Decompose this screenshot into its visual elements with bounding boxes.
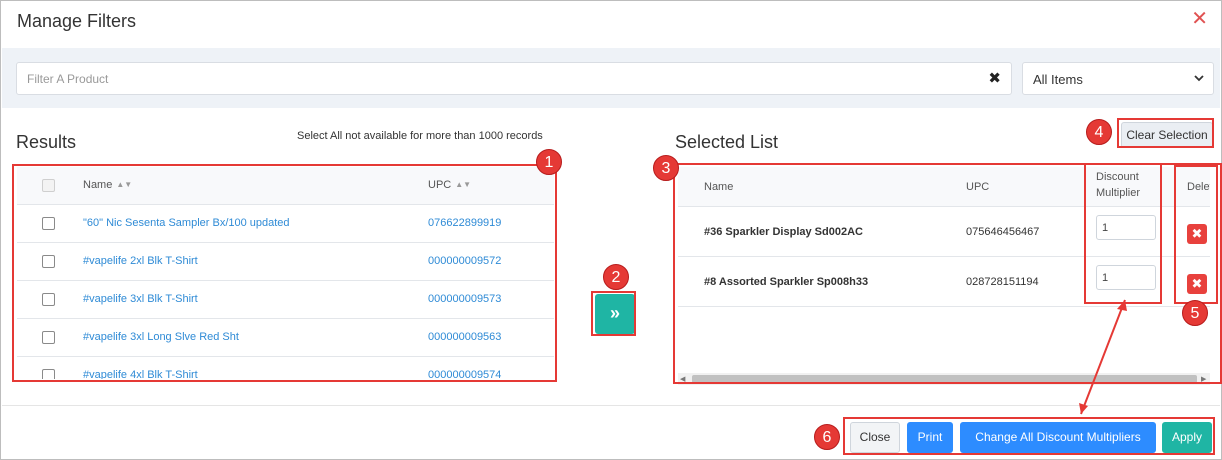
upc-header-label: UPC (428, 179, 452, 191)
move-to-selected-button[interactable]: » (595, 294, 635, 334)
product-name-link[interactable]: "60" Nic Sesenta Sampler Bx/100 updated (83, 217, 290, 229)
annotation-badge-3: 3 (653, 155, 679, 181)
name-header-label: Name (83, 179, 113, 191)
discount-header-line1: Discount (1096, 171, 1139, 183)
manage-filters-modal: Manage Filters ✕ ✖ All Items Results Sel… (0, 0, 1222, 460)
row-checkbox[interactable] (42, 369, 55, 379)
selected-table-header: Name UPC Discount Multiplier Delet (678, 167, 1210, 207)
annotation-badge-2: 2 (603, 264, 629, 290)
change-all-multipliers-button[interactable]: Change All Discount Multipliers (960, 422, 1156, 453)
annotation-badge-5: 5 (1182, 300, 1208, 326)
product-name-link[interactable]: #vapelife 2xl Blk T-Shirt (83, 255, 198, 267)
product-name-link[interactable]: #vapelife 3xl Long Slve Red Sht (83, 331, 239, 343)
table-row: #vapelife 4xl Blk T-Shirt 000000009574 (17, 357, 554, 379)
table-row: #vapelife 3xl Long Slve Red Sht 00000000… (17, 319, 554, 357)
results-table-header: Name ▲▼ UPC ▲▼ (17, 167, 554, 205)
discount-multiplier-input[interactable] (1096, 265, 1156, 290)
select-all-checkbox[interactable] (42, 179, 55, 192)
print-button[interactable]: Print (907, 422, 953, 453)
modal-header: Manage Filters ✕ (2, 2, 1220, 48)
results-title: Results (16, 132, 77, 152)
footer-divider (2, 405, 1220, 406)
product-name-link[interactable]: #vapelife 4xl Blk T-Shirt (83, 369, 198, 379)
filter-field: ✖ (16, 62, 1012, 95)
row-checkbox[interactable] (42, 331, 55, 344)
scroll-left-icon[interactable]: ◀ (680, 375, 685, 383)
product-upc-link[interactable]: 000000009572 (428, 255, 501, 267)
selected-product-name: #8 Assorted Sparkler Sp008h33 (704, 276, 869, 288)
product-upc-link[interactable]: 000000009563 (428, 331, 501, 343)
selected-product-name: #36 Sparkler Display Sd002AC (704, 226, 863, 238)
clear-filter-icon[interactable]: ✖ (988, 69, 1001, 87)
name-column-header[interactable]: Name ▲▼ (83, 179, 132, 191)
select-all-note: Select All not available for more than 1… (297, 130, 543, 142)
chevron-down-icon (1194, 75, 1204, 82)
apply-button[interactable]: Apply (1162, 422, 1212, 453)
product-name-link[interactable]: #vapelife 3xl Blk T-Shirt (83, 293, 198, 305)
close-button[interactable]: Close (850, 422, 900, 453)
annotation-badge-6: 6 (814, 424, 840, 450)
product-upc-link[interactable]: 000000009573 (428, 293, 501, 305)
selected-list-title: Selected List (675, 132, 779, 152)
row-checkbox[interactable] (42, 255, 55, 268)
sort-icon: ▲▼ (116, 180, 133, 189)
delete-icon[interactable]: ✖ (1187, 224, 1207, 244)
table-row: #vapelife 3xl Blk T-Shirt 000000009573 (17, 281, 554, 319)
filter-bar: ✖ All Items (2, 48, 1220, 108)
clear-selection-button[interactable]: Clear Selection (1121, 122, 1213, 148)
selected-product-upc: 028728151194 (966, 276, 1039, 288)
selected-upc-header: UPC (966, 181, 990, 193)
sort-icon: ▲▼ (455, 180, 472, 189)
item-scope-select[interactable]: All Items (1022, 62, 1214, 95)
scrollbar-thumb[interactable] (692, 375, 1197, 383)
selected-name-header: Name (704, 181, 734, 193)
item-scope-value: All Items (1033, 72, 1083, 87)
filter-product-input[interactable] (17, 63, 977, 94)
row-checkbox[interactable] (42, 293, 55, 306)
annotation-badge-4: 4 (1086, 119, 1112, 145)
close-icon[interactable]: ✕ (1191, 9, 1208, 29)
table-row: #vapelife 2xl Blk T-Shirt 000000009572 (17, 243, 554, 281)
selected-list-table: Name UPC Discount Multiplier Delet #36 S… (678, 167, 1210, 385)
row-checkbox[interactable] (42, 217, 55, 230)
results-table: Name ▲▼ UPC ▲▼ "60" Nic Sesenta Sampler Bx… (17, 167, 554, 379)
table-row: "60" Nic Sesenta Sampler Bx/100 updated … (17, 205, 554, 243)
annotation-badge-1: 1 (536, 149, 562, 175)
product-upc-link[interactable]: 076622899919 (428, 217, 501, 229)
discount-header-line2: Multiplier (1096, 187, 1141, 199)
scroll-right-icon[interactable]: ▶ (1201, 375, 1206, 383)
selected-product-upc: 075646456467 (966, 226, 1040, 238)
delete-column-header: Delet (1187, 181, 1210, 193)
table-row: #8 Assorted Sparkler Sp008h33 0287281511… (678, 257, 1210, 307)
upc-column-header[interactable]: UPC ▲▼ (428, 179, 471, 191)
product-upc-link[interactable]: 000000009574 (428, 369, 501, 379)
horizontal-scrollbar[interactable]: ◀ ▶ (678, 373, 1210, 385)
delete-icon[interactable]: ✖ (1187, 274, 1207, 294)
discount-multiplier-input[interactable] (1096, 215, 1156, 240)
table-row: #36 Sparkler Display Sd002AC 07564645646… (678, 207, 1210, 257)
modal-title: Manage Filters (17, 11, 137, 31)
